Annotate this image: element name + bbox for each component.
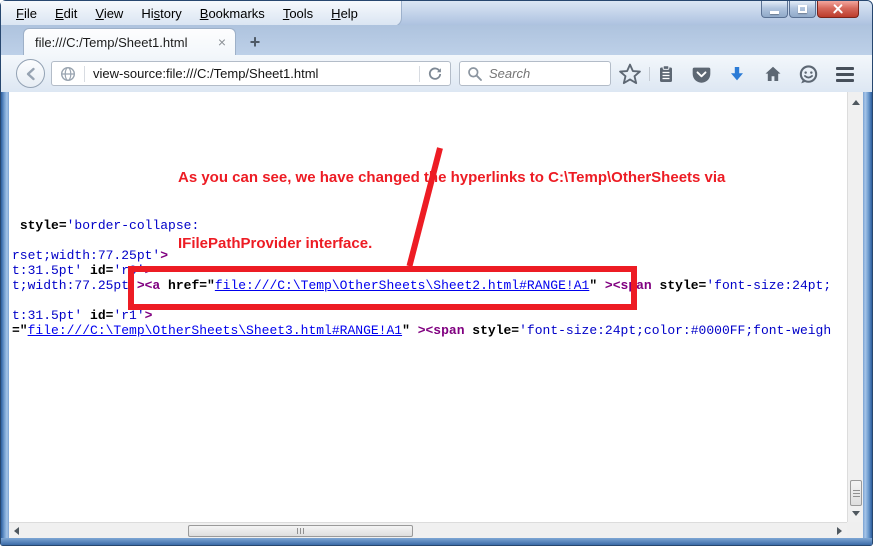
source-row (12, 233, 831, 248)
menu-item-help[interactable]: Help (322, 3, 367, 24)
nav-toolbar: view-source:file:///C:/Temp/Sheet1.html … (1, 55, 872, 93)
hello-smiley-icon (798, 64, 819, 85)
minimize-button[interactable] (761, 1, 788, 18)
bookmarks-clipboard-icon (656, 64, 676, 84)
globe-icon (60, 66, 76, 82)
page-content: As you can see, we have changed the hype… (9, 92, 847, 522)
pocket-icon (691, 64, 712, 85)
hello-button[interactable] (796, 62, 820, 86)
source-text: rset;width:77.25pt' (12, 248, 160, 263)
source-text: id= (90, 308, 113, 323)
source-text (12, 218, 20, 233)
window-border-left (1, 92, 9, 538)
highlight-box (128, 266, 637, 310)
url-bar[interactable]: view-source:file:///C:/Temp/Sheet1.html (51, 61, 451, 86)
search-box[interactable]: Search (459, 61, 611, 86)
search-placeholder: Search (483, 66, 530, 81)
maximize-icon (798, 5, 807, 13)
reload-icon[interactable] (427, 66, 443, 82)
tab-sheet1[interactable]: file:///C:/Temp/Sheet1.html × (23, 28, 236, 55)
horizontal-scrollbar[interactable] (9, 522, 847, 538)
browser-window: FileEditViewHistoryBookmarksToolsHelp fi… (0, 0, 873, 546)
bookmark-star-button[interactable] (618, 62, 642, 86)
maximize-button[interactable] (789, 1, 816, 18)
download-icon (727, 64, 747, 84)
menu-item-file[interactable]: File (7, 3, 46, 24)
menu-button[interactable] (833, 62, 857, 86)
window-controls (761, 1, 859, 18)
star-icon (619, 63, 641, 85)
source-text: " (402, 323, 418, 338)
window-border-bottom (1, 538, 872, 545)
horizontal-scrollbar-thumb[interactable] (188, 525, 413, 537)
source-text: 'font-size:24pt;color:#0000FF;font-weigh (519, 323, 831, 338)
menu-item-history[interactable]: History (132, 3, 190, 24)
new-tab-button[interactable]: + (242, 31, 268, 53)
source-text: > (145, 308, 153, 323)
annotation-line-1: As you can see, we have changed the hype… (178, 167, 725, 189)
source-text: id= (90, 263, 113, 278)
home-button[interactable] (761, 62, 785, 86)
source-text: style= (20, 218, 67, 233)
scroll-right-icon[interactable] (837, 527, 842, 535)
scroll-down-icon[interactable] (852, 511, 860, 516)
source-text: 'font-size:24pt; (706, 278, 831, 293)
source-text: t;width:77.25pt' (12, 278, 137, 293)
title-bar: FileEditViewHistoryBookmarksToolsHelp (1, 1, 872, 25)
source-row: ="file:///C:\Temp\OtherSheets\Sheet3.htm… (12, 323, 831, 338)
toolbar-separator (649, 67, 650, 81)
back-icon (22, 65, 40, 83)
scrollbar-corner (847, 522, 863, 538)
vertical-scrollbar[interactable] (847, 92, 863, 522)
menu-bar: FileEditViewHistoryBookmarksToolsHelp (1, 1, 402, 27)
source-text: 'border-collapse: (67, 218, 200, 233)
vertical-scrollbar-thumb[interactable] (850, 480, 862, 506)
scroll-up-icon[interactable] (852, 100, 860, 105)
source-text: =" (12, 323, 28, 338)
menu-item-tools[interactable]: Tools (274, 3, 322, 24)
urlbar-separator-2 (419, 66, 420, 82)
source-text: ><span (418, 323, 465, 338)
hamburger-menu-icon (836, 67, 854, 82)
tab-title: file:///C:/Temp/Sheet1.html (24, 35, 209, 50)
source-text: > (160, 248, 168, 263)
tab-strip: file:///C:/Temp/Sheet1.html × + (1, 25, 872, 55)
source-row: rset;width:77.25pt'> (12, 248, 831, 263)
tab-close-icon[interactable]: × (209, 34, 235, 50)
source-text: t:31.5pt' (12, 263, 82, 278)
window-border-right (863, 92, 872, 538)
source-text (82, 308, 90, 323)
downloads-button[interactable] (725, 62, 749, 86)
pocket-button[interactable] (689, 62, 713, 86)
close-button[interactable] (817, 1, 859, 18)
source-row: t:31.5pt' id='r1'> (12, 308, 831, 323)
menu-item-bookmarks[interactable]: Bookmarks (191, 3, 274, 24)
search-icon (467, 66, 483, 82)
back-button[interactable] (16, 59, 45, 88)
source-text: t:31.5pt' (12, 308, 82, 323)
home-icon (763, 64, 783, 84)
source-text (82, 263, 90, 278)
source-text: style= (465, 323, 520, 338)
source-text: style= (652, 278, 707, 293)
menu-item-view[interactable]: View (86, 3, 132, 24)
minimize-icon (770, 11, 779, 14)
scroll-left-icon[interactable] (14, 527, 19, 535)
source-hyperlink[interactable]: file:///C:\Temp\OtherSheets\Sheet3.html#… (28, 323, 402, 338)
source-text: 'r1' (113, 308, 144, 323)
bookmarks-menu-button[interactable] (654, 62, 678, 86)
url-text[interactable]: view-source:file:///C:/Temp/Sheet1.html (85, 66, 419, 81)
menu-item-edit[interactable]: Edit (46, 3, 86, 24)
